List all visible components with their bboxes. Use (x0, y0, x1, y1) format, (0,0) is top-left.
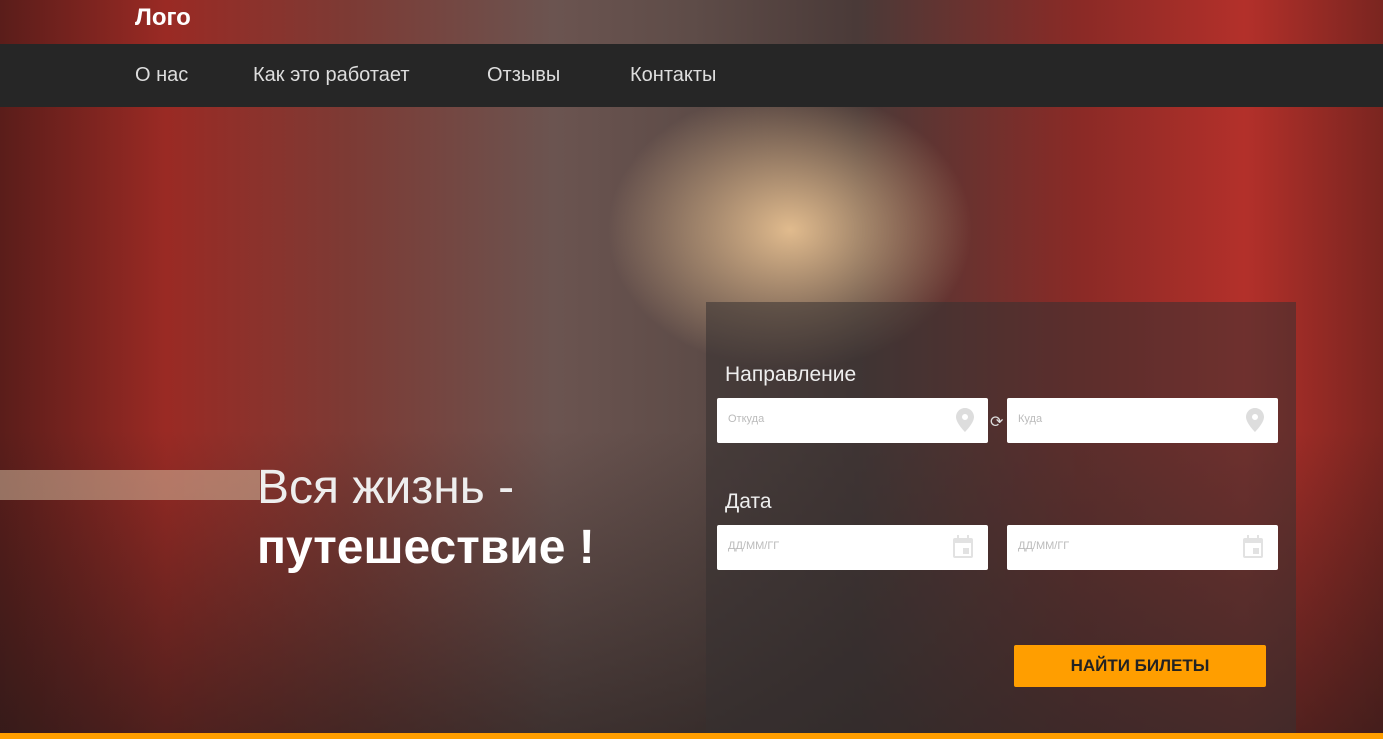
date-input-1[interactable]: ДД/ММ/ГГ (717, 525, 988, 570)
location-pin-icon (956, 408, 974, 432)
nav-how-it-works[interactable]: Как это работает (253, 64, 410, 87)
top-bar: Лого (0, 0, 1383, 44)
main-nav: О нас Как это работает Отзывы Контакты (0, 44, 1383, 107)
bottom-accent-bar (0, 733, 1383, 739)
date-input-2[interactable]: ДД/ММ/ГГ (1007, 525, 1278, 570)
train-stripe (0, 470, 260, 500)
to-placeholder: Куда (1018, 413, 1043, 425)
date-placeholder: ДД/ММ/ГГ (728, 540, 780, 552)
direction-label: Направление (725, 363, 857, 386)
to-input[interactable]: Куда (1007, 398, 1278, 443)
swap-icon[interactable]: ⟳ (990, 412, 1003, 432)
date-label: Дата (725, 490, 772, 513)
nav-about[interactable]: О нас (135, 64, 188, 87)
hero-line-1: Вся жизнь - (257, 461, 515, 514)
nav-contacts[interactable]: Контакты (630, 64, 716, 87)
date-placeholder: ДД/ММ/ГГ (1018, 540, 1070, 552)
logo[interactable]: Лого (135, 4, 191, 32)
calendar-icon (1243, 535, 1263, 558)
from-placeholder: Откуда (728, 413, 765, 425)
location-pin-icon (1246, 408, 1264, 432)
hero-line-2: путешествие ! (257, 521, 595, 574)
hero-heading: Вся жизнь - путешествие ! (257, 458, 595, 578)
from-input[interactable]: Откуда (717, 398, 988, 443)
calendar-icon (953, 535, 973, 558)
nav-reviews[interactable]: Отзывы (487, 64, 560, 87)
find-tickets-button[interactable]: НАЙТИ БИЛЕТЫ (1014, 645, 1266, 687)
